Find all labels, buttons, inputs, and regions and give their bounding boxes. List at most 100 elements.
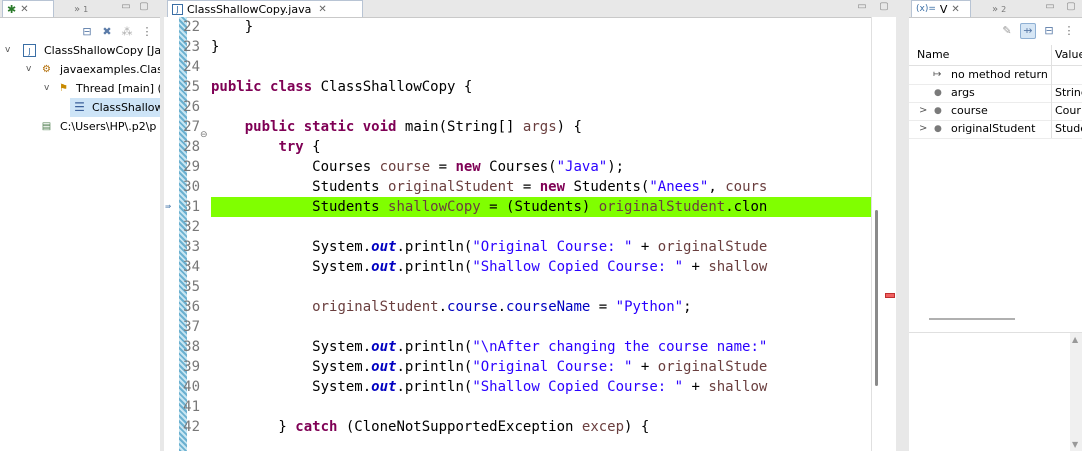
- variable-row[interactable]: > ● course Cour: [909, 102, 1082, 121]
- variable-value: Stude: [1051, 120, 1082, 138]
- scroll-down-icon[interactable]: ▼: [1072, 440, 1078, 449]
- sash-handle[interactable]: [929, 318, 1015, 320]
- tree-item[interactable]: v ⚑ Thread [main] (: [0, 79, 160, 98]
- view-menu-icon[interactable]: ⋮: [1062, 24, 1076, 38]
- variables-tab-title: V: [939, 2, 948, 16]
- tree-item[interactable]: ▤ C:\Users\HP\.p2\p: [0, 117, 160, 136]
- view-menu-icon[interactable]: ⋮: [140, 25, 154, 39]
- error-marker-icon[interactable]: [885, 293, 895, 298]
- minimize-icon[interactable]: ▭: [121, 2, 131, 12]
- minimize-icon[interactable]: ▭: [857, 2, 867, 12]
- code-line: Courses course = new Courses("Java");: [211, 159, 625, 175]
- line-number: 22: [183, 19, 200, 35]
- java-editor: J ClassShallowCopy.java ✕ ▭ ▢ 22 23 24 2…: [164, 0, 896, 451]
- thread-icon: ⚑: [59, 83, 68, 94]
- code-line: System.out.println("Original Course: " +…: [211, 359, 768, 375]
- scrollbar-thumb[interactable]: [875, 210, 878, 386]
- variables-tab-close-icon[interactable]: ✕: [951, 4, 959, 15]
- tree-item-label: ClassShallow: [92, 101, 160, 114]
- thread-filter-icon[interactable]: ⁂: [120, 25, 134, 39]
- editor-tabbar: J ClassShallowCopy.java ✕ ▭ ▢: [164, 0, 896, 18]
- local-var-icon: ●: [934, 106, 942, 116]
- maximize-icon[interactable]: ▢: [139, 2, 149, 12]
- show-type-names-icon[interactable]: ✎: [1000, 24, 1014, 38]
- line-number: 30: [183, 179, 200, 195]
- maximize-icon[interactable]: ▢: [1066, 2, 1076, 12]
- java-app-icon: J: [23, 44, 36, 57]
- line-number: 34: [183, 259, 200, 275]
- show-logical-structure-icon[interactable]: ⇸: [1020, 23, 1036, 39]
- variable-row[interactable]: ↦ no method return: [909, 66, 1082, 85]
- line-number: 42: [183, 419, 200, 435]
- collapse-all-icon[interactable]: ⊟: [1042, 24, 1056, 38]
- debug-view: ✱ ✕ » 1 ▭ ▢ ⊟ ✖ ⁂ ⋮ v J ClassShallowCopy…: [0, 0, 160, 451]
- instruction-pointer-icon: ⇛: [165, 201, 172, 212]
- variables-table-header: Name Value: [909, 45, 1082, 66]
- variables-toolbar: ✎ ⇸ ⊟ ⋮: [909, 20, 1082, 42]
- scroll-up-icon[interactable]: ▲: [1072, 335, 1078, 344]
- overflow-tabs[interactable]: » 1: [74, 2, 88, 16]
- local-var-icon: ●: [934, 124, 942, 134]
- tree-item[interactable]: v J ClassShallowCopy [Ja: [0, 41, 160, 60]
- line-number: 24: [183, 59, 200, 75]
- line-number-current: ⇛ 31: [164, 197, 202, 217]
- java-file-icon: J: [172, 3, 183, 15]
- line-number: 32: [183, 219, 200, 235]
- variable-row[interactable]: > ● originalStudent Stude: [909, 120, 1082, 139]
- line-numbers: 22 23 24 25 26 27 28 29 30 ⇛ 31 32 33 34…: [164, 17, 202, 437]
- detail-scrollbar[interactable]: ▲ ▼: [1070, 333, 1082, 451]
- current-line-number: 31: [183, 199, 200, 215]
- chevron-down-icon[interactable]: v: [5, 41, 10, 60]
- collapse-all-icon[interactable]: ⊟: [80, 25, 94, 39]
- variable-row[interactable]: ● args String: [909, 84, 1082, 103]
- column-header-name[interactable]: Name: [917, 48, 949, 61]
- chevron-down-icon[interactable]: v: [44, 79, 49, 98]
- detail-pane[interactable]: ▲ ▼: [909, 332, 1082, 451]
- overview-ruler[interactable]: [871, 17, 896, 451]
- code-line: public static void main(String[] args) {: [244, 119, 582, 135]
- maximize-icon[interactable]: ▢: [879, 2, 889, 12]
- variables-tab[interactable]: (x)= V ✕: [911, 0, 971, 17]
- chevron-right-icon[interactable]: >: [919, 120, 927, 138]
- line-number: 27: [183, 119, 200, 135]
- editor-tab-close-icon[interactable]: ✕: [318, 4, 326, 15]
- variable-value: String: [1051, 84, 1082, 102]
- code-line: System.out.println("Original Course: " +…: [211, 239, 768, 255]
- code-line: System.out.println("Shallow Copied Cours…: [211, 259, 768, 275]
- remove-launches-icon[interactable]: ✖: [100, 25, 114, 39]
- tree-item-selected[interactable]: ☰ ClassShallow: [70, 98, 160, 117]
- line-number: 25: [183, 79, 200, 95]
- line-number: 23: [183, 39, 200, 55]
- debug-tab-close-icon[interactable]: ✕: [20, 4, 28, 15]
- variables-view: (x)= V ✕ » 2 ▭ ▢ ✎ ⇸ ⊟ ⋮ Name Value ↦ no…: [909, 0, 1082, 451]
- minimize-icon[interactable]: ▭: [1045, 2, 1055, 12]
- column-header-value[interactable]: Value: [1051, 45, 1082, 65]
- debug-tab[interactable]: ✱ ✕: [2, 0, 54, 17]
- editor-tab[interactable]: J ClassShallowCopy.java ✕: [167, 0, 363, 17]
- code-line: }: [211, 19, 254, 35]
- chevron-down-icon[interactable]: v: [26, 60, 31, 79]
- code-line: Students originalStudent = new Students(…: [211, 179, 768, 195]
- tree-item-label: ClassShallowCopy [Ja: [44, 44, 160, 57]
- variables-icon: (x)=: [916, 4, 936, 14]
- chevron-right-icon[interactable]: >: [919, 102, 927, 120]
- code-area[interactable]: } } public class ClassShallowCopy { publ…: [211, 17, 872, 437]
- debug-toolbar: ⊟ ✖ ⁂ ⋮: [0, 21, 160, 43]
- overflow-count: 2: [1001, 4, 1007, 14]
- line-number: 33: [183, 239, 200, 255]
- overflow-tabs[interactable]: » 2: [992, 2, 1006, 16]
- variable-value: Cour: [1051, 102, 1082, 120]
- fold-collapse-icon[interactable]: ⊖: [200, 130, 208, 140]
- debug-tree: v J ClassShallowCopy [Ja v ⚙ javaexample…: [0, 41, 160, 136]
- tree-item[interactable]: v ⚙ javaexamples.Class: [0, 60, 160, 79]
- line-number: 38: [183, 339, 200, 355]
- variables-tabbar: (x)= V ✕ » 2 ▭ ▢: [909, 0, 1082, 18]
- debug-view-tabbar: ✱ ✕ » 1 ▭ ▢: [0, 0, 160, 18]
- code-line: public class ClassShallowCopy {: [211, 79, 473, 95]
